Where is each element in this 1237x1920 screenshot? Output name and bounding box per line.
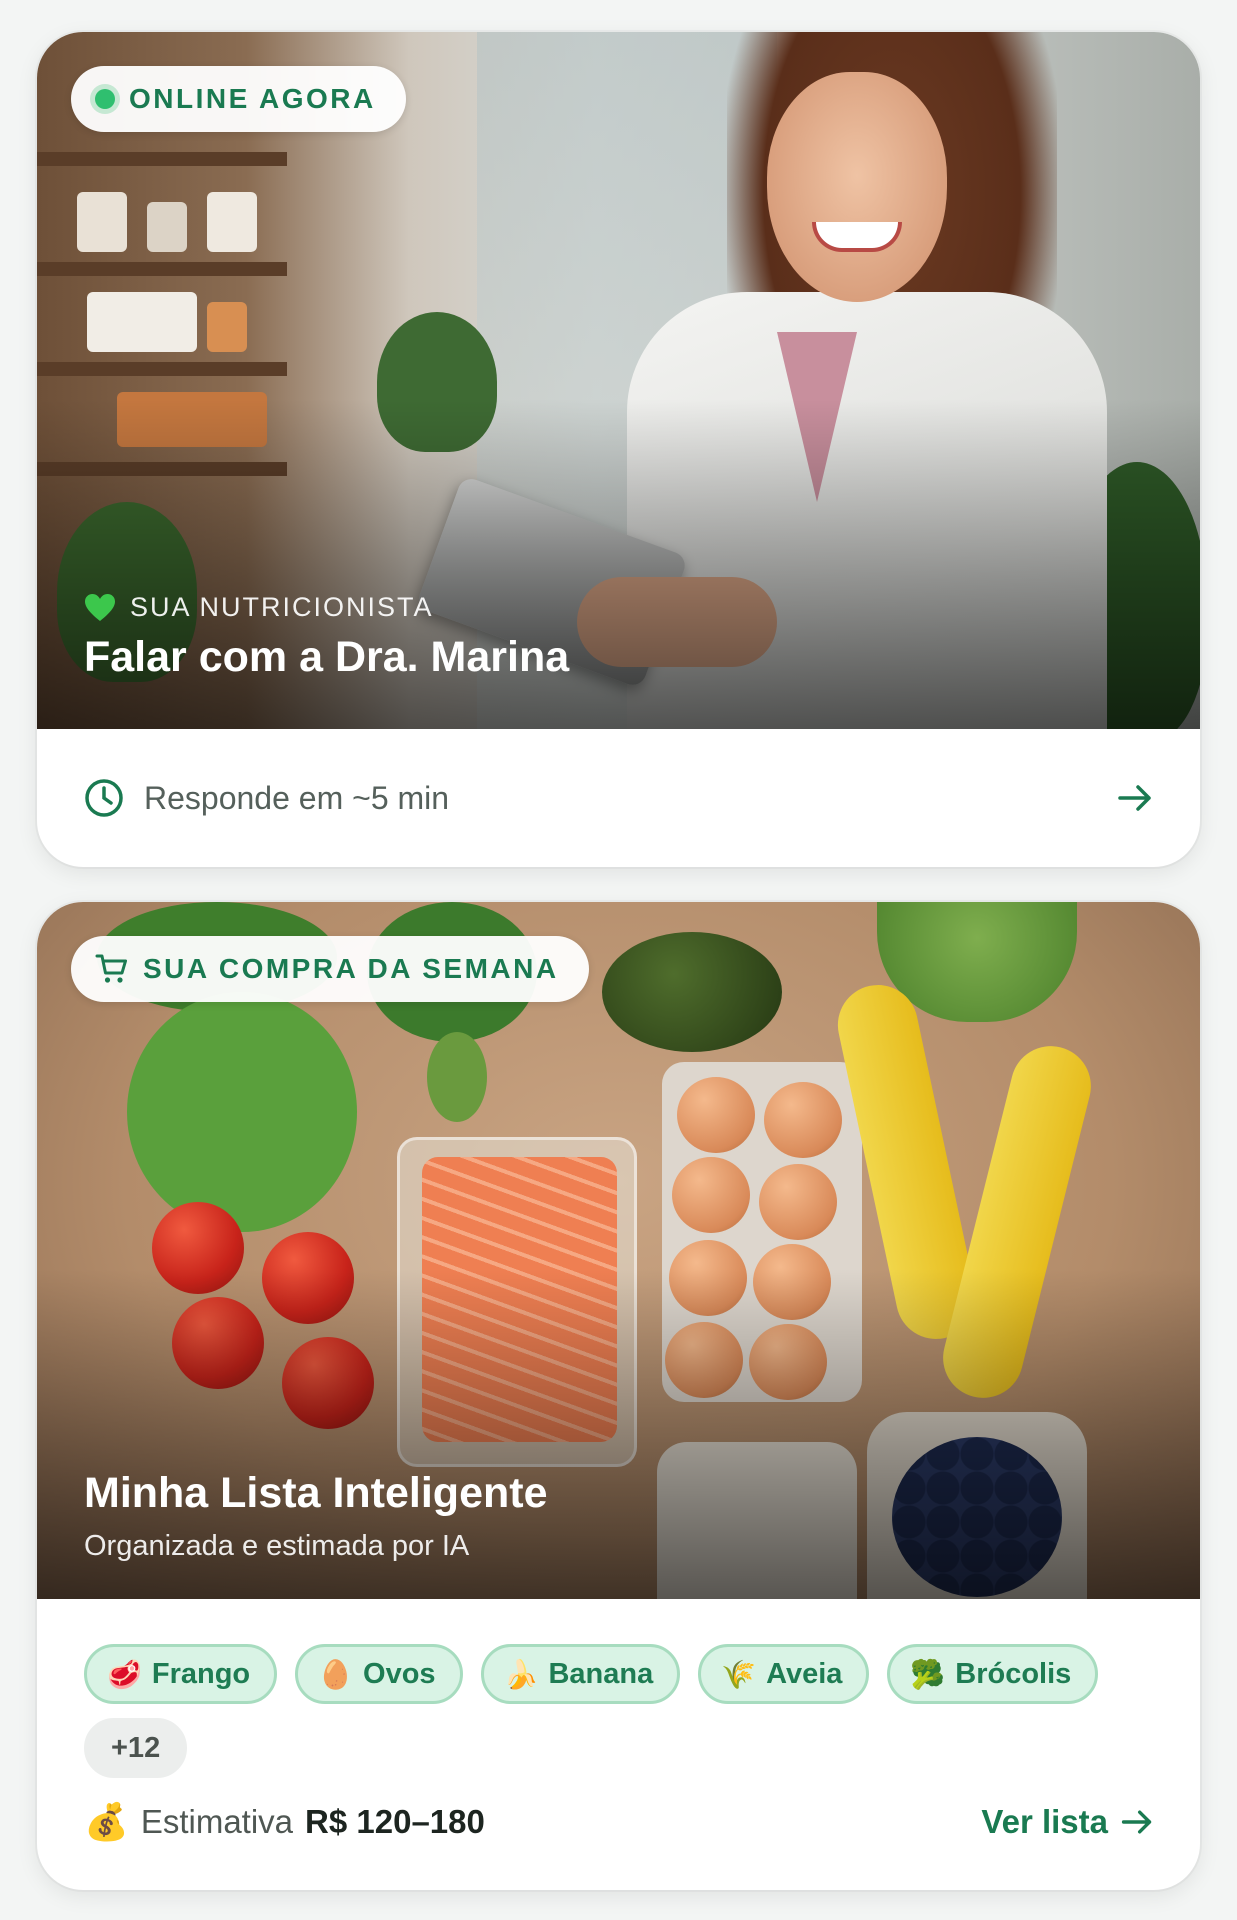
nutritionist-card[interactable]: ONLINE AGORA SUA NUTRICIONISTA Falar com… <box>37 32 1200 867</box>
moneybag-icon: 💰 <box>84 1801 129 1842</box>
nutritionist-footer[interactable]: Responde em ~5 min <box>37 729 1200 867</box>
green-heart-icon <box>85 593 115 621</box>
broccoli-icon: 🥦 <box>910 1658 946 1690</box>
meat-icon: 🥩 <box>107 1658 142 1690</box>
estimate-label: Estimativa <box>140 1803 294 1840</box>
egg-icon: 🥚 <box>318 1658 354 1690</box>
response-time-text: Responde em ~5 min <box>144 779 450 816</box>
see-list-link[interactable]: Ver lista <box>981 1803 1108 1841</box>
shopping-title: Minha Lista Inteligente <box>84 1469 548 1517</box>
weekly-shopping-badge: SUA COMPRA DA SEMANA <box>71 936 589 1002</box>
online-status-text: ONLINE AGORA <box>129 83 376 114</box>
banana-icon: 🍌 <box>503 1658 539 1690</box>
item-chip-label: Brócolis <box>955 1657 1072 1690</box>
nutritionist-hero-text: SUA NUTRICIONISTA Falar com a Dra. Marin… <box>84 592 569 682</box>
shopping-hero-text: Minha Lista Inteligente Organizada e est… <box>84 1459 548 1563</box>
more-items-chip[interactable]: +12 <box>84 1718 188 1778</box>
item-chip-frango[interactable]: 🥩 Frango <box>84 1644 278 1704</box>
shopping-list-card[interactable]: SUA COMPRA DA SEMANA Minha Lista Intelig… <box>37 902 1200 1890</box>
arrow-right-icon[interactable] <box>1116 779 1154 817</box>
item-chip-label: Banana <box>548 1657 654 1690</box>
shopping-items-list: 🥩 Frango 🥚 Ovos 🍌 Banana 🌾 Aveia 🥦 Bróco… <box>84 1644 1164 1778</box>
item-chip-banana[interactable]: 🍌 Banana <box>480 1644 681 1704</box>
grain-icon: 🌾 <box>721 1658 757 1690</box>
nutritionist-photo: ONLINE AGORA SUA NUTRICIONISTA Falar com… <box>37 32 1200 729</box>
item-chip-label: Ovos <box>363 1657 436 1690</box>
item-chip-brocolis[interactable]: 🥦 Brócolis <box>887 1644 1099 1704</box>
arrow-right-icon[interactable] <box>1120 1805 1154 1839</box>
item-chip-label: Frango <box>151 1657 251 1690</box>
weekly-shopping-text: SUA COMPRA DA SEMANA <box>143 953 559 984</box>
clock-icon <box>85 779 123 817</box>
item-chip-aveia[interactable]: 🌾 Aveia <box>698 1644 870 1704</box>
shopping-subtitle: Organizada e estimada por IA <box>84 1530 470 1562</box>
nutritionist-title: Falar com a Dra. Marina <box>84 633 570 681</box>
groceries-photo: SUA COMPRA DA SEMANA Minha Lista Intelig… <box>37 902 1200 1599</box>
online-dot-icon <box>95 89 115 109</box>
item-chip-label: Aveia <box>766 1657 843 1690</box>
cart-icon <box>95 954 127 983</box>
shopping-footer: 💰 Estimativa R$ 120–180 Ver lista <box>84 1792 1154 1852</box>
nutritionist-kicker-text: SUA NUTRICIONISTA <box>130 592 434 622</box>
more-items-count: +12 <box>111 1731 161 1764</box>
nutritionist-kicker: SUA NUTRICIONISTA <box>84 592 569 623</box>
estimate-value: R$ 120–180 <box>305 1803 485 1840</box>
online-status-badge: ONLINE AGORA <box>71 66 406 132</box>
item-chip-ovos[interactable]: 🥚 Ovos <box>295 1644 463 1704</box>
